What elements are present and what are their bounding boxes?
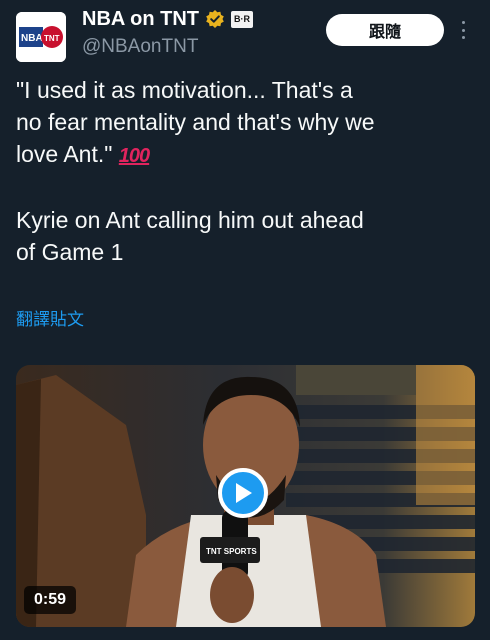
video-duration-badge: 0:59 xyxy=(24,586,77,614)
more-dots-icon[interactable] xyxy=(456,18,470,42)
tweet-line-6: of Game 1 xyxy=(16,239,124,265)
play-button[interactable] xyxy=(218,468,268,518)
follow-button[interactable]: 跟隨 xyxy=(326,14,444,46)
br-affiliate-badge[interactable]: B·R xyxy=(231,10,254,28)
tweet-line-5: Kyrie on Ant calling him out ahead xyxy=(16,207,364,233)
avatar[interactable]: NBA TNT xyxy=(16,12,66,62)
verified-badge-icon xyxy=(206,10,224,28)
svg-text:NBA: NBA xyxy=(21,33,43,44)
handle[interactable]: @NBAonTNT xyxy=(82,36,198,58)
tweet-line-2: no fear mentality and that's why we xyxy=(16,109,375,135)
tweet-card: NBA TNT NBA on TNT B·R @NBAonTNT 跟隨 "I u… xyxy=(0,0,490,640)
translate-post-link[interactable]: 翻譯貼文 xyxy=(16,305,84,330)
play-icon xyxy=(236,483,252,503)
svg-text:TNT: TNT xyxy=(44,34,60,43)
tweet-line-3: love Ant." xyxy=(16,141,119,167)
hundred-points-emoji-icon: 100 xyxy=(118,145,150,167)
tweet-text: "I used it as motivation... That's a no … xyxy=(16,74,476,268)
nba-tnt-logo: NBA TNT xyxy=(16,12,66,62)
display-name[interactable]: NBA on TNT xyxy=(82,8,199,31)
tweet-line-1: "I used it as motivation... That's a xyxy=(16,77,353,103)
name-row: NBA on TNT B·R xyxy=(82,6,254,32)
svg-text:TNT SPORTS: TNT SPORTS xyxy=(206,547,257,556)
